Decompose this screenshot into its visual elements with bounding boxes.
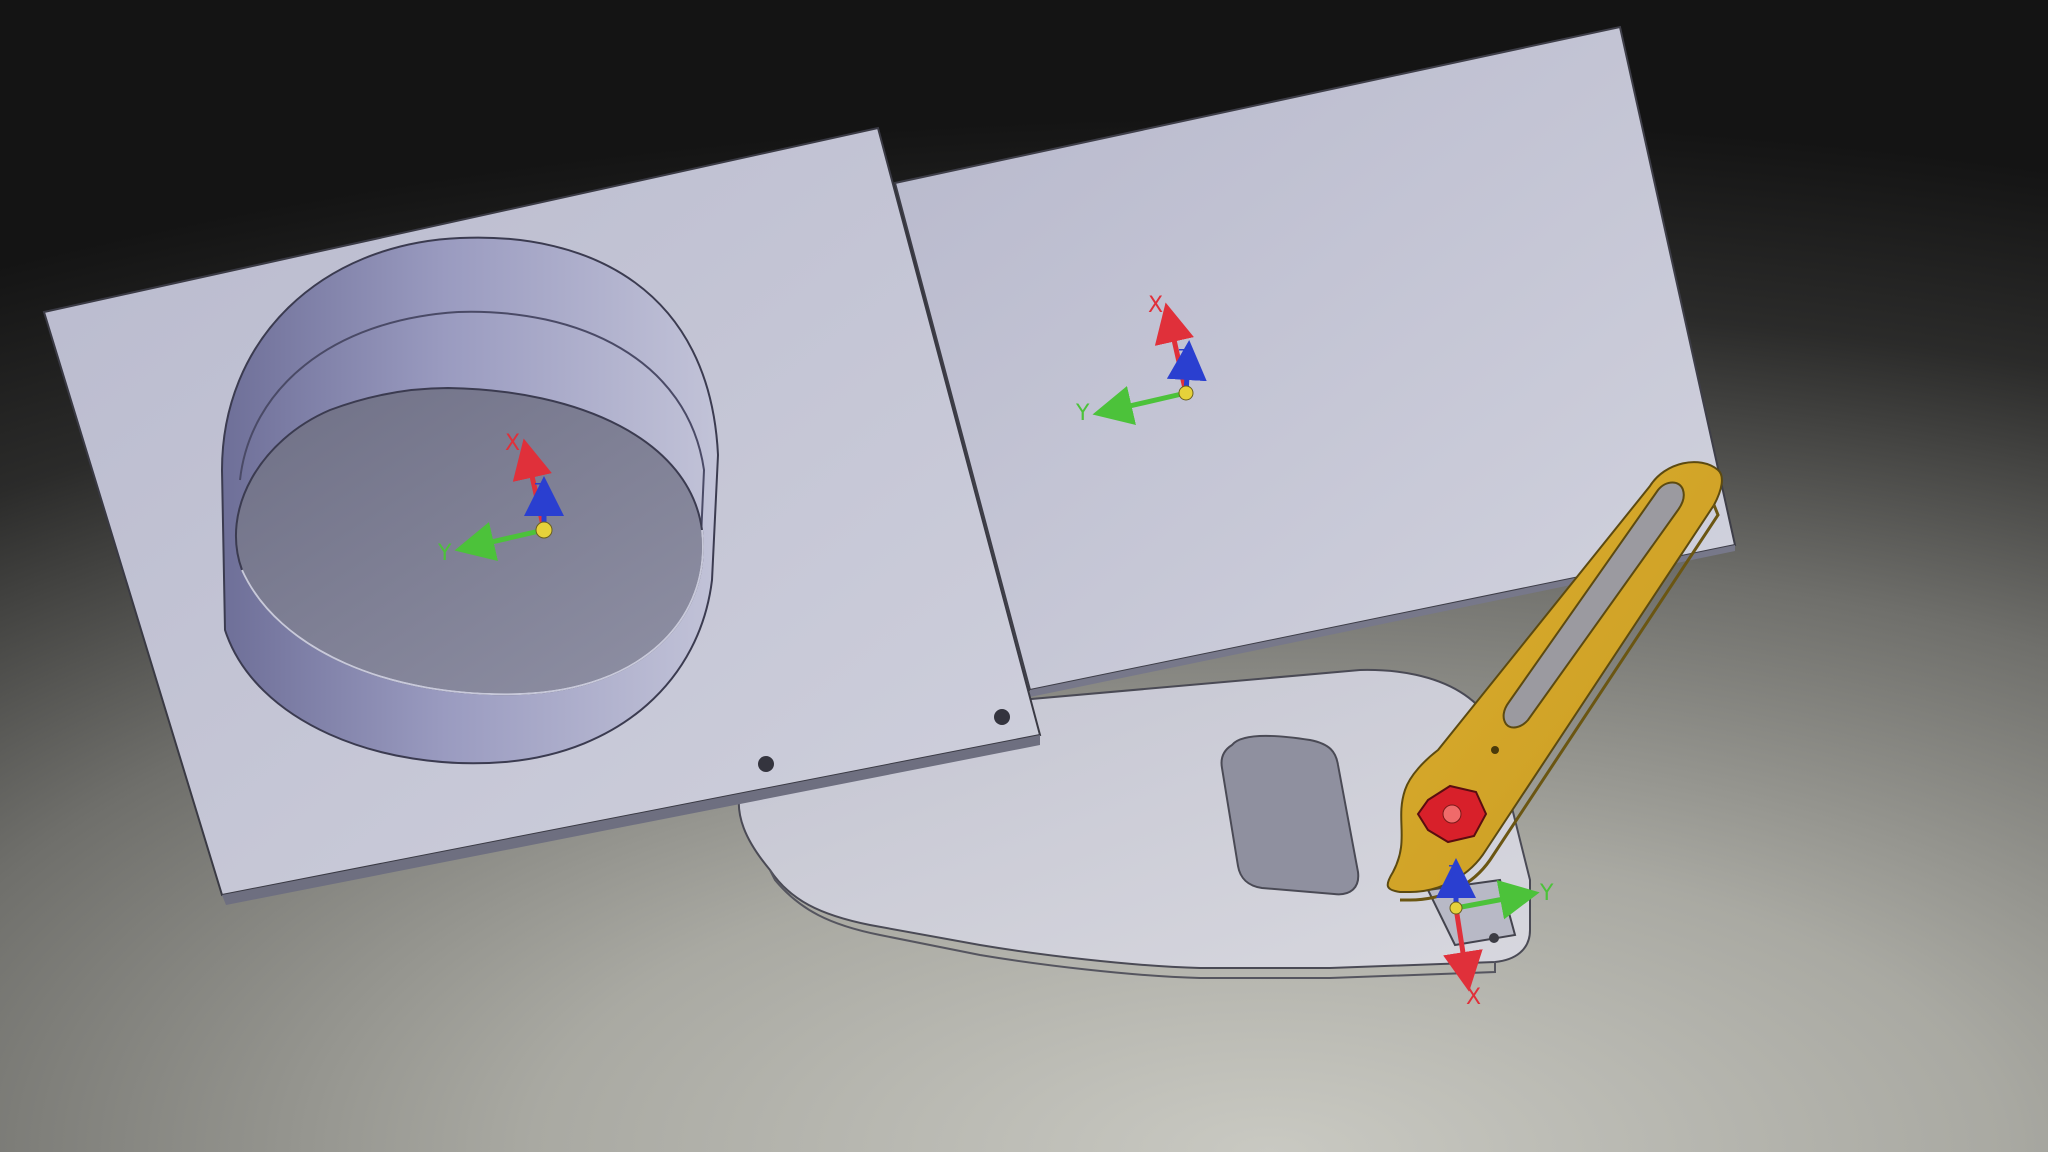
left-plate-hole-bottom	[758, 756, 774, 772]
origin-marker	[1178, 385, 1194, 401]
axis-z-label: Z	[1178, 346, 1190, 367]
origin-marker	[1449, 901, 1463, 915]
arm-small-hole	[1491, 746, 1499, 754]
axis-x-label: X	[1148, 293, 1163, 318]
bracket-slot-cutout	[1220, 734, 1360, 896]
cylindrical-recess[interactable]	[220, 236, 720, 765]
axis-y-label: Y	[1075, 401, 1090, 426]
axis-x-label: X	[1466, 985, 1481, 1010]
left-plate-hole-right	[994, 709, 1010, 725]
axis-z-label: Z	[1448, 862, 1460, 883]
axis-z-label: Z	[534, 480, 546, 501]
bracket-hole	[1489, 933, 1499, 943]
axis-y-label: Y	[437, 541, 452, 566]
cad-3d-viewport[interactable]: Y X Z Y X Z Y X Z	[0, 0, 2048, 1152]
origin-marker	[535, 521, 553, 539]
cad-scene[interactable]: Y X Z Y X Z Y X Z	[0, 0, 2048, 1152]
axis-x-label: X	[505, 431, 520, 456]
axis-y-label: Y	[1539, 881, 1554, 906]
